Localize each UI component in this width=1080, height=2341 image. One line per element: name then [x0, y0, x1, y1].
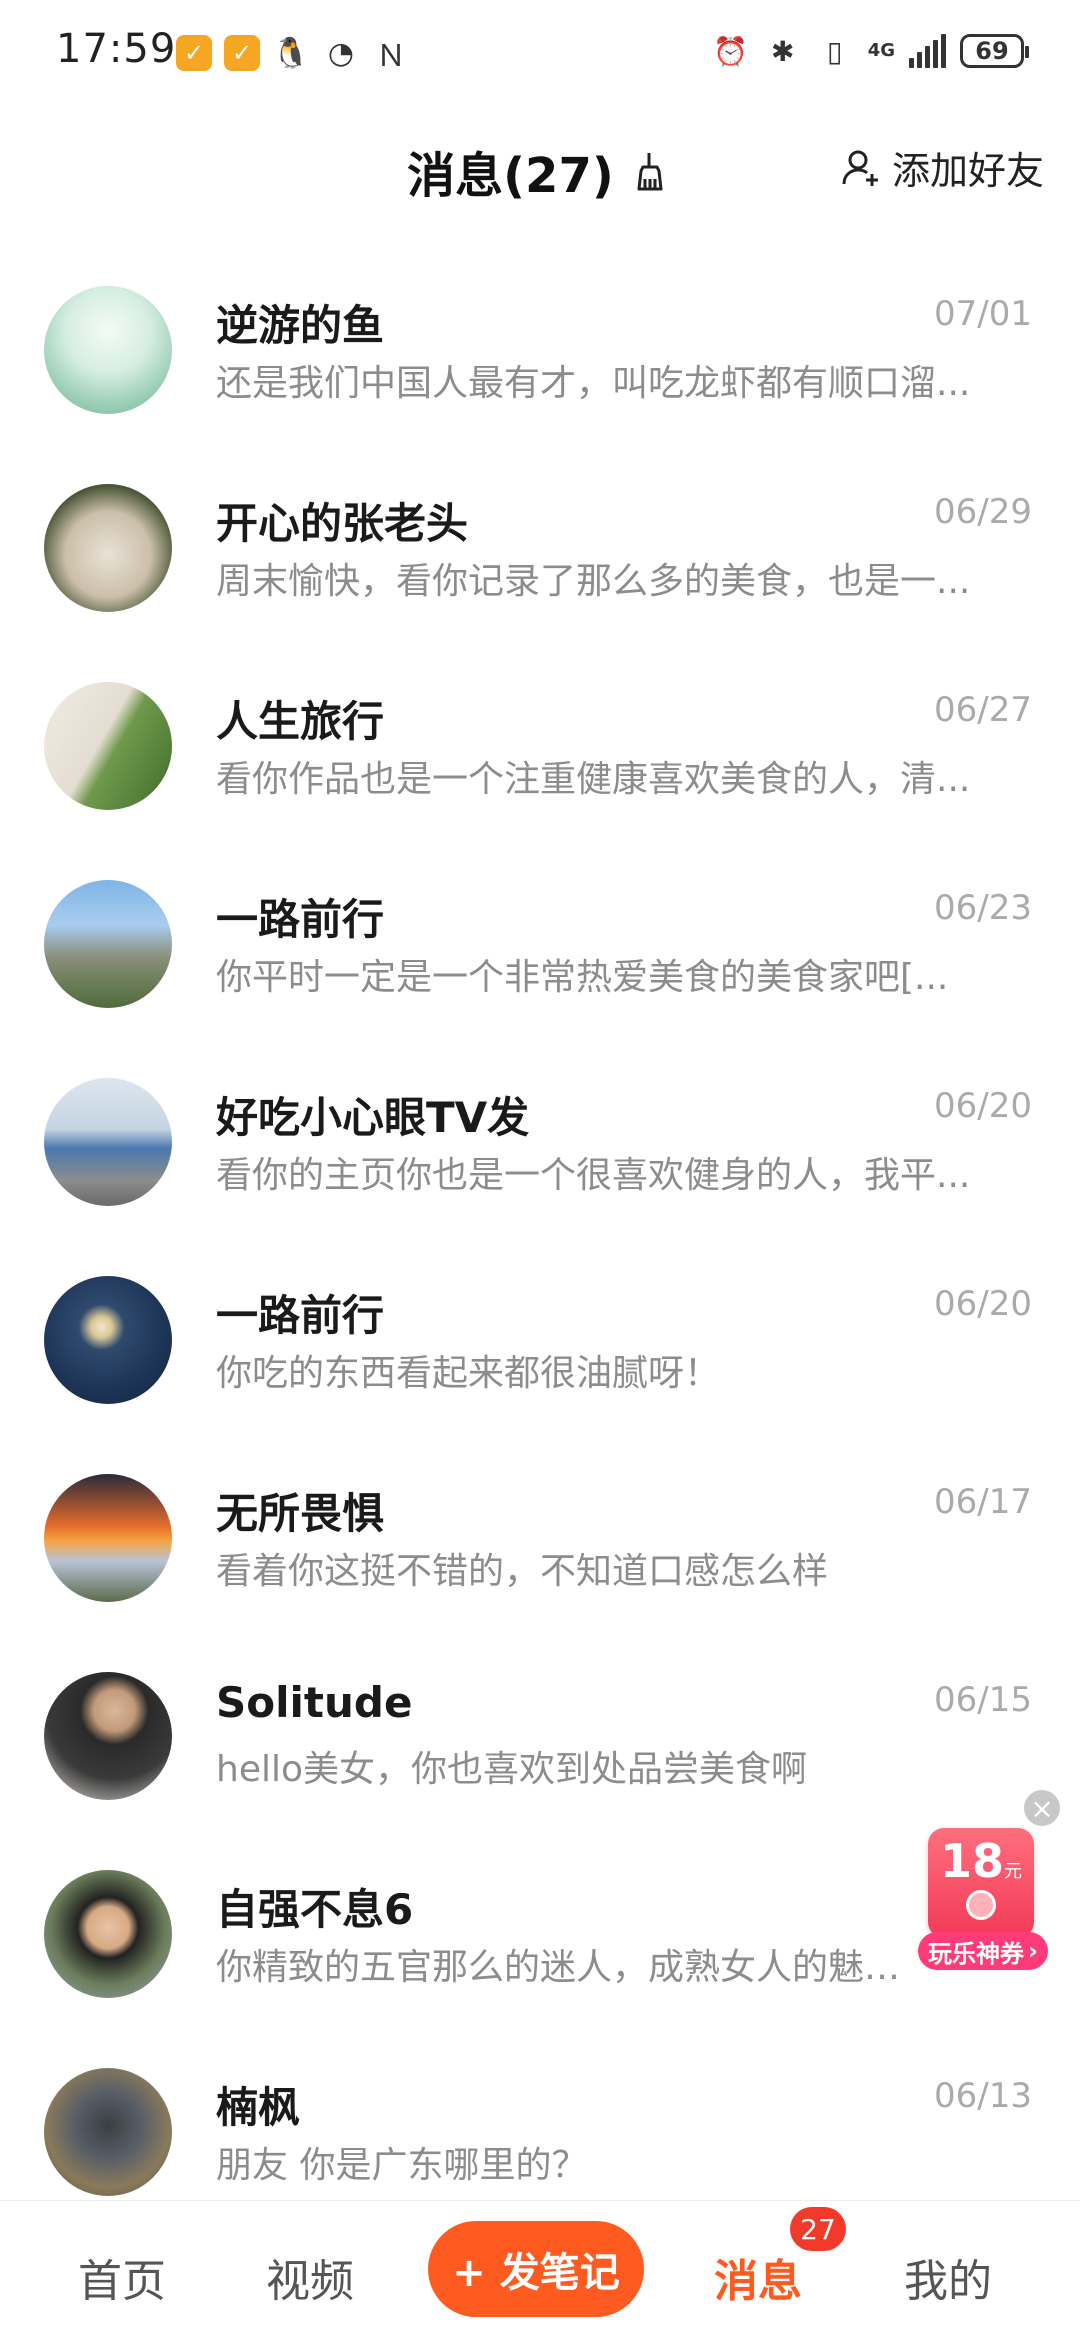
conversation-row[interactable]: 好吃小心眼TV发 06/20 看你的主页你也是一个很喜欢健身的人，我平...: [0, 1042, 1080, 1240]
clear-unread-icon[interactable]: [629, 149, 673, 193]
qq-icon: 🐧: [272, 35, 310, 71]
coupon-amount-wrap: 18元: [928, 1834, 1034, 1888]
status-app-icons: ✓ ✓ 🐧 ◔ Ｎ: [176, 34, 410, 74]
battery-icon: 69: [960, 34, 1029, 68]
conversation-name: 一路前行: [216, 1291, 385, 1340]
coupon-label-text: 玩乐神券: [928, 1939, 1025, 1968]
coupon-amount: 18: [939, 1834, 1004, 1888]
bluetooth-icon: ✱: [770, 34, 795, 68]
bottom-nav: 首页 视频 + 发笔记 消息 27 我的: [0, 2200, 1080, 2341]
add-user-icon: [842, 150, 878, 186]
conversation-name: 好吃小心眼TV发: [216, 1093, 530, 1142]
nav-home[interactable]: 首页: [78, 2245, 166, 2309]
avatar: [44, 1870, 172, 1998]
conversation-row[interactable]: 一路前行 06/23 你平时一定是一个非常热爱美食的美食家吧[...: [0, 844, 1080, 1042]
network-type: 4G: [867, 40, 895, 61]
nfc-icon: Ｎ: [376, 39, 406, 74]
battery-level: 69: [975, 37, 1009, 65]
conversation-preview: 看你的主页你也是一个很喜欢健身的人，我平...: [216, 1155, 971, 1196]
close-icon: ×: [1030, 1791, 1054, 1825]
conversation-row[interactable]: 人生旅行 06/27 看你作品也是一个注重健康喜欢美食的人，清...: [0, 646, 1080, 844]
conversation-name: 无所畏惧: [216, 1489, 385, 1538]
nav-video[interactable]: 视频: [266, 2245, 354, 2309]
coupon-unit: 元: [1004, 1861, 1022, 1882]
conversation-preview: 你精致的五官那么的迷人，成熟女人的魅力...: [216, 1947, 916, 1988]
conversation-date: 06/23: [934, 888, 1032, 928]
conversation-row[interactable]: 无所畏惧 06/17 看着你这挺不错的，不知道口感怎么样: [0, 1438, 1080, 1636]
conversation-preview: 你吃的东西看起来都很油腻呀！: [216, 1353, 721, 1394]
conversation-name: 人生旅行: [216, 697, 385, 746]
conversation-preview: 还是我们中国人最有才，叫吃龙虾都有顺口溜...: [216, 363, 971, 404]
messages-badge: 27: [790, 2207, 846, 2251]
avatar: [44, 880, 172, 1008]
status-time: 17:59: [56, 26, 177, 72]
conversation-preview: 周末愉快，看你记录了那么多的美食，也是一...: [216, 561, 971, 602]
nav-mine[interactable]: 我的: [904, 2245, 992, 2309]
conversation-date: 06/20: [934, 1086, 1032, 1126]
conversation-date: 07/01: [934, 294, 1032, 334]
conversation-date: 06/29: [934, 492, 1032, 532]
app-notification-icon: ✓: [176, 35, 212, 71]
conversation-date: 06/17: [934, 1482, 1032, 1522]
conversation-date: 06/15: [934, 1680, 1032, 1720]
conversation-date: 06/20: [934, 1284, 1032, 1324]
conversation-row[interactable]: 一路前行 06/20 你吃的东西看起来都很油腻呀！: [0, 1240, 1080, 1438]
avatar: [44, 682, 172, 810]
speedometer-icon: ◔: [327, 35, 355, 71]
add-friend-label: 添加好友: [891, 149, 1044, 193]
conversation-preview: 看你作品也是一个注重健康喜欢美食的人，清...: [216, 759, 971, 800]
status-bar: 17:59 ✓ ✓ 🐧 ◔ Ｎ ⏰ ✱ ▯ 4G 69: [0, 0, 1080, 110]
signal-icon: [909, 34, 946, 68]
page-title: 消息(27): [407, 148, 614, 204]
add-friend-button[interactable]: 添加好友: [840, 140, 1044, 195]
coupon-label: 玩乐神券 ›: [918, 1932, 1048, 1970]
avatar: [44, 286, 172, 414]
avatar: [44, 1672, 172, 1800]
coin-icon: [966, 1890, 996, 1920]
conversation-date: 06/13: [934, 2076, 1032, 2116]
avatar: [44, 1276, 172, 1404]
conversation-name: 自强不息6: [216, 1885, 414, 1934]
coupon-close-button[interactable]: ×: [1024, 1790, 1060, 1826]
conversation-name: 逆游的鱼: [216, 301, 385, 350]
conversation-name: 一路前行: [216, 895, 385, 944]
conversation-row[interactable]: Solitude 06/15 hello美女，你也喜欢到处品尝美食啊: [0, 1636, 1080, 1834]
post-note-button[interactable]: + 发笔记: [428, 2221, 644, 2317]
status-system-icons: ⏰ ✱ ▯ 4G 69: [712, 32, 1029, 70]
conversation-name: 开心的张老头: [216, 499, 469, 548]
conversation-row[interactable]: 逆游的鱼 07/01 还是我们中国人最有才，叫吃龙虾都有顺口溜...: [0, 250, 1080, 448]
header: 消息(27) 添加好友: [0, 110, 1080, 230]
conversation-preview: 朋友 你是广东哪里的？: [216, 2145, 588, 2186]
conversation-preview: hello美女，你也喜欢到处品尝美食啊: [216, 1749, 807, 1790]
coupon-card: 18元: [928, 1828, 1034, 1938]
app-notification-icon: ✓: [224, 35, 260, 71]
avatar: [44, 2068, 172, 2196]
avatar: [44, 1474, 172, 1602]
avatar: [44, 1078, 172, 1206]
alarm-icon: ⏰: [713, 34, 749, 68]
conversation-name: 楠枫: [216, 2083, 301, 2132]
conversation-date: 06/27: [934, 690, 1032, 730]
conversation-preview: 你平时一定是一个非常热爱美食的美食家吧[...: [216, 957, 949, 998]
vibrate-icon: ▯: [826, 34, 843, 68]
avatar: [44, 484, 172, 612]
nav-messages[interactable]: 消息: [714, 2245, 802, 2309]
coupon-widget[interactable]: 18元 玩乐神券 ›: [918, 1828, 1048, 1978]
conversation-preview: 看着你这挺不错的，不知道口感怎么样: [216, 1551, 829, 1592]
conversation-row[interactable]: 开心的张老头 06/29 周末愉快，看你记录了那么多的美食，也是一...: [0, 448, 1080, 646]
conversation-name: Solitude: [216, 1678, 413, 1727]
chevron-right-icon: ›: [1028, 1937, 1038, 1965]
